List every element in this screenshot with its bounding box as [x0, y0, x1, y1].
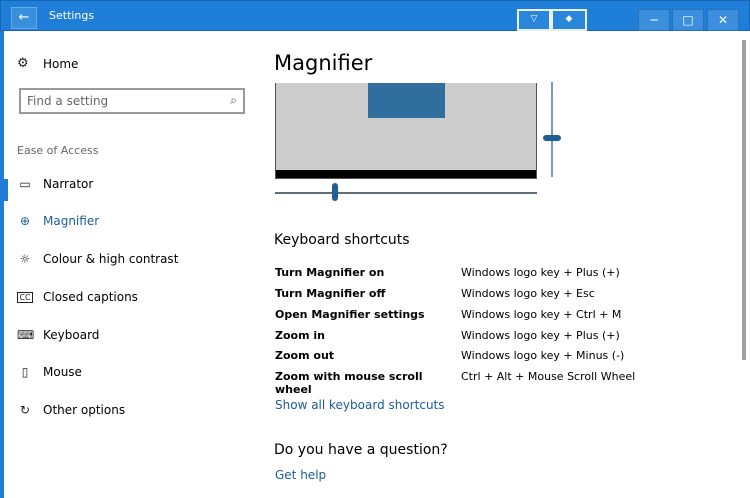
maximize-button[interactable]: □ [672, 9, 704, 31]
horizontal-slider-track[interactable] [275, 192, 537, 194]
section-label: Ease of Access [17, 144, 99, 157]
sidebar-item-label: Other options [43, 403, 126, 417]
sidebar-item-mouse[interactable]: ▯ Mouse [17, 362, 82, 382]
shortcut-row: Turn Magnifier on Windows logo key + Plu… [275, 266, 620, 284]
scrollbar-thumb[interactable] [742, 40, 746, 360]
search-box: ⌕ [19, 88, 245, 114]
sidebar-item-closed-captions[interactable]: CC Closed captions [17, 287, 138, 307]
show-all-shortcuts-link[interactable]: Show all keyboard shortcuts [275, 398, 445, 412]
keyboard-shortcuts-heading: Keyboard shortcuts [274, 232, 410, 248]
shortcut-action: Turn Magnifier on [275, 266, 385, 279]
sidebar-item-label: Keyboard [43, 328, 100, 342]
title-bar: ← Settings ▽ ◆ ─ □ ✕ [0, 0, 750, 31]
shortcut-keys: Ctrl + Alt + Mouse Scroll Wheel [461, 370, 636, 383]
search-input[interactable] [27, 90, 217, 112]
sidebar-item-label: Magnifier [43, 214, 100, 228]
shortcut-row: Open Magnifier settings Windows logo key… [275, 308, 621, 326]
other-options-icon: ↻ [19, 403, 31, 417]
window-title: Settings [49, 9, 95, 22]
sidebar-item-narrator[interactable]: ▭ Narrator [17, 174, 93, 194]
shortcut-row: Zoom out Windows logo key + Minus (-) [275, 349, 624, 367]
shortcut-keys: Windows logo key + Plus (+) [461, 329, 620, 342]
toolbar-dropdown-button[interactable]: ▽ [517, 9, 551, 31]
sidebar-item-colour-high-contrast[interactable]: ☼ Colour & high contrast [17, 249, 179, 269]
page-title: Magnifier [274, 51, 373, 75]
shortcut-action: Open Magnifier settings [275, 308, 425, 321]
get-help-link[interactable]: Get help [275, 468, 326, 482]
magnifier-preview [275, 83, 537, 179]
sidebar-item-keyboard[interactable]: ⌨ Keyboard [17, 325, 99, 345]
magnifier-icon: ⊕ [19, 214, 31, 228]
shortcut-row: Turn Magnifier off Windows logo key + Es… [275, 287, 595, 305]
narrator-icon: ▭ [19, 177, 31, 191]
brightness-icon: ☼ [19, 252, 31, 266]
mouse-icon: ▯ [21, 365, 29, 379]
search-icon[interactable]: ⌕ [230, 93, 237, 108]
sidebar-item-other-options[interactable]: ↻ Other options [17, 400, 125, 420]
close-button[interactable]: ✕ [707, 9, 739, 31]
shortcut-action: Zoom in [275, 329, 325, 342]
preview-view-area [368, 83, 445, 118]
shortcut-row: Zoom with mouse scroll wheel Ctrl + Alt … [275, 370, 636, 396]
shortcut-keys: Windows logo key + Minus (-) [461, 349, 625, 362]
sidebar-item-magnifier[interactable]: ⊕ Magnifier [17, 211, 99, 231]
shortcut-keys: Windows logo key + Plus (+) [461, 266, 620, 279]
shortcut-keys: Windows logo key + Ctrl + M [461, 308, 622, 321]
sidebar-item-label: Mouse [43, 365, 82, 379]
home-label: Home [43, 56, 79, 71]
shortcut-keys: Windows logo key + Esc [461, 287, 595, 300]
home-link[interactable]: ⚙ Home [17, 56, 78, 71]
sidebar-item-label: Closed captions [43, 290, 138, 304]
shortcut-action: Zoom out [275, 349, 335, 362]
sidebar: ⚙ Home ⌕ Ease of Access ▭ Narrator ⊕ Mag… [0, 31, 262, 498]
toolbar-pin-button[interactable]: ◆ [551, 9, 587, 31]
sidebar-item-label: Colour & high contrast [43, 252, 179, 266]
main-content: Magnifier Keyboard shortcuts Turn Magnif… [262, 31, 750, 498]
captions-icon: CC [17, 291, 33, 303]
vertical-slider-track[interactable] [551, 82, 553, 177]
gear-icon: ⚙ [17, 56, 29, 71]
question-heading: Do you have a question? [274, 442, 448, 458]
shortcut-action: Zoom with mouse scroll wheel [275, 370, 423, 396]
active-indicator [4, 179, 8, 201]
keyboard-icon: ⌨ [17, 328, 35, 342]
shortcut-action: Turn Magnifier off [275, 287, 386, 300]
minimize-button[interactable]: ─ [638, 9, 670, 31]
horizontal-slider-thumb[interactable] [332, 183, 338, 201]
vertical-slider-thumb[interactable] [543, 135, 561, 141]
sidebar-item-label: Narrator [43, 177, 94, 191]
shortcut-row: Zoom in Windows logo key + Plus (+) [275, 329, 620, 347]
preview-taskbar [276, 170, 536, 178]
back-button[interactable]: ← [11, 7, 37, 29]
